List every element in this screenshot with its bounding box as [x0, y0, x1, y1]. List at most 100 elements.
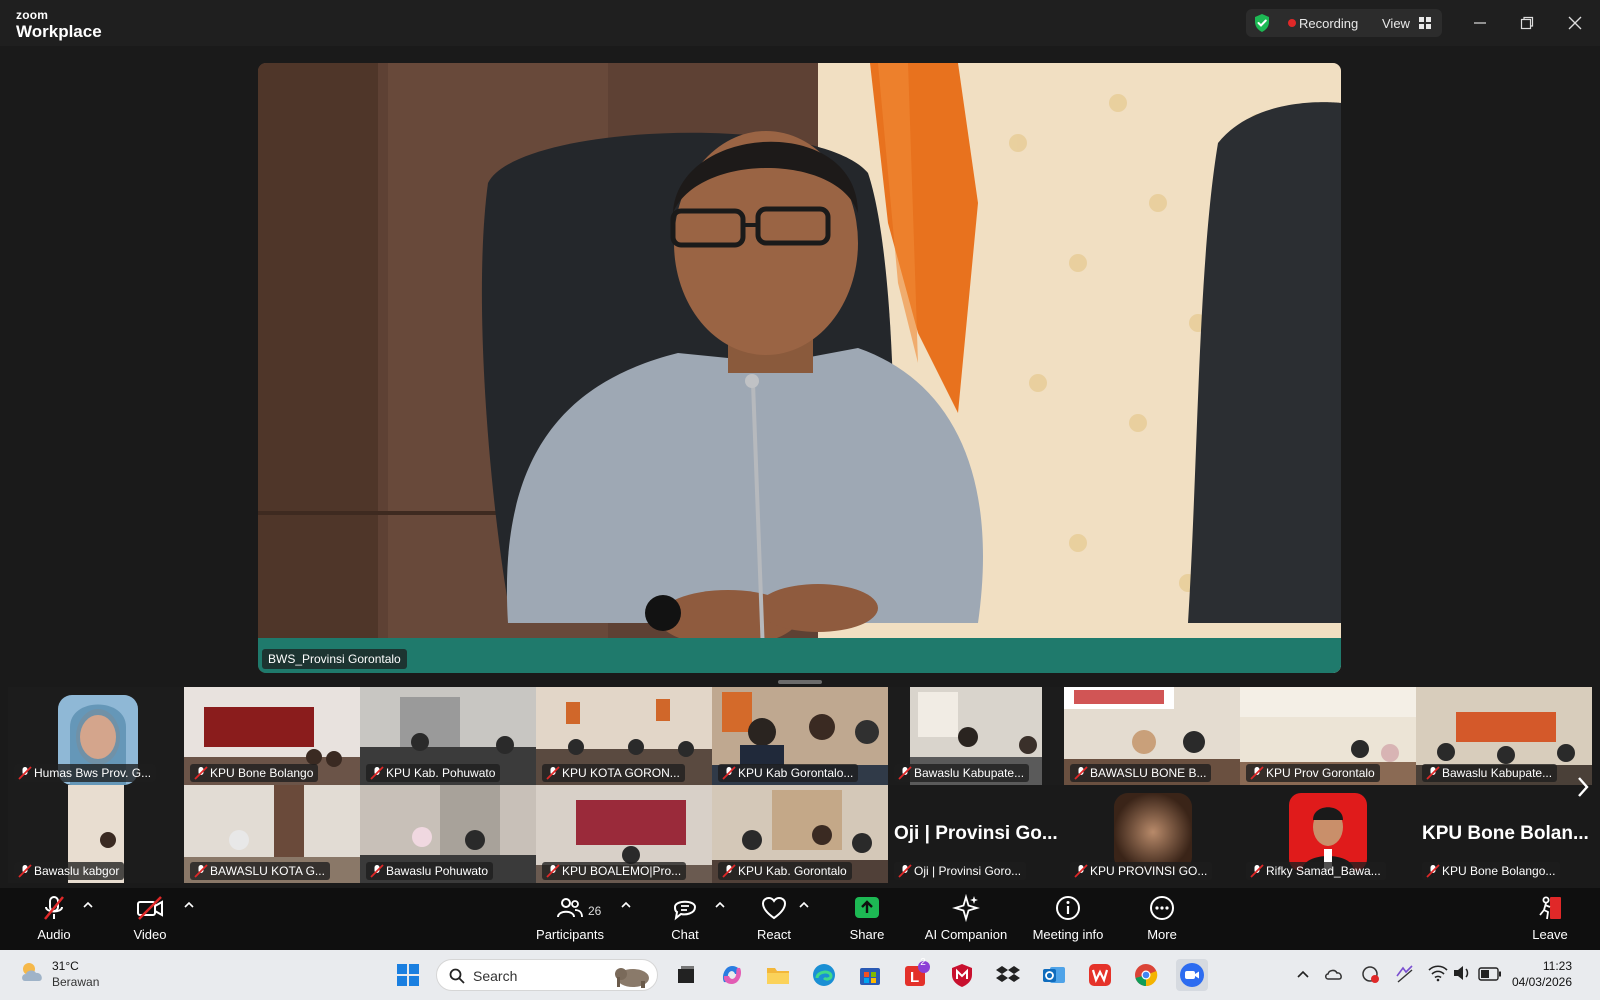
edge-browser-button[interactable]	[808, 959, 840, 991]
participant-tile[interactable]: KPU Prov Gorontalo	[1240, 687, 1416, 785]
zoom-app-button[interactable]	[1176, 959, 1208, 991]
l-app-button[interactable]: L 2	[900, 957, 932, 991]
participant-name: Bawaslu Kabupate...	[1422, 764, 1558, 782]
share-button[interactable]: Share	[842, 888, 892, 950]
participant-tile[interactable]: KPU KOTA GORON...	[536, 687, 712, 785]
weather-temperature: 31°C	[52, 959, 79, 973]
react-button[interactable]: React	[749, 888, 799, 950]
mic-muted-icon	[370, 766, 384, 780]
show-hidden-icons-chevron-icon[interactable]	[1296, 968, 1310, 980]
volume-icon[interactable]	[1452, 964, 1472, 982]
recording-label[interactable]: Recording	[1299, 16, 1358, 31]
encryption-shield-icon[interactable]	[1252, 13, 1272, 33]
chrome-icon	[1135, 964, 1158, 987]
mcafee-button[interactable]	[946, 959, 978, 991]
mic-muted-icon	[898, 864, 912, 878]
dropbox-icon	[996, 966, 1020, 982]
participant-name: KPU Kab. Gorontalo	[718, 862, 852, 880]
participant-tile[interactable]: Bawaslu Kabupate...	[1416, 687, 1592, 785]
chevron-right-icon	[1578, 777, 1589, 797]
participant-tile[interactable]: BAWASLU BONE B...	[1064, 687, 1240, 785]
participant-name: Humas Bws Prov. G...	[14, 764, 157, 782]
windows-taskbar: 31°C Berawan Search L 2 11:23 04/03/2026	[0, 950, 1600, 1000]
outlook-icon	[1043, 967, 1065, 983]
gallery-next-page-button[interactable]	[1572, 770, 1594, 804]
participant-tile[interactable]: BAWASLU KOTA G...	[184, 785, 360, 883]
chat-button[interactable]: Chat	[660, 888, 710, 950]
participants-button[interactable]: Participants	[530, 888, 610, 950]
leave-button[interactable]: Leave	[1526, 888, 1574, 950]
participant-tile[interactable]: Bawaslu Kabupate...	[888, 687, 1064, 785]
ai-companion-button[interactable]: AI Companion	[918, 888, 1014, 950]
participants-options-chevron-icon[interactable]	[620, 900, 632, 910]
react-label: React	[757, 927, 791, 942]
system-clock[interactable]: 11:23 04/03/2026	[1512, 958, 1572, 990]
leave-label: Leave	[1532, 927, 1568, 942]
file-explorer-button[interactable]	[762, 959, 794, 991]
heart-icon	[761, 896, 787, 920]
wps-office-button[interactable]	[1084, 959, 1116, 991]
leave-icon	[1539, 896, 1561, 920]
participant-tile[interactable]: Rifky Samad_Bawa...	[1240, 785, 1416, 883]
participant-tile[interactable]: Bawaslu kabgor	[8, 785, 184, 883]
zoom-app-icon	[1180, 963, 1204, 987]
grid-view-icon[interactable]	[1419, 17, 1431, 29]
participant-tile[interactable]: KPU Bone Bolan... KPU Bone Bolango...	[1416, 785, 1592, 883]
minimize-icon	[1474, 22, 1486, 24]
react-options-chevron-icon[interactable]	[798, 900, 810, 910]
recording-dot-icon	[1288, 19, 1296, 27]
chat-options-chevron-icon[interactable]	[714, 900, 726, 910]
active-speaker-video[interactable]: BWS_Provinsi Gorontalo	[258, 63, 1341, 673]
mcafee-shield-icon	[952, 964, 972, 987]
share-screen-icon	[855, 897, 879, 918]
participant-tile[interactable]: Humas Bws Prov. G...	[8, 687, 184, 785]
gallery-resize-handle[interactable]	[778, 680, 822, 684]
participant-name: KPU Bone Bolango	[190, 764, 319, 782]
more-button[interactable]: More	[1138, 888, 1186, 950]
view-button[interactable]: View	[1382, 16, 1410, 31]
participant-tile[interactable]: Oji | Provinsi Go... Oji | Provinsi Goro…	[888, 785, 1064, 883]
clock-time: 11:23	[1542, 959, 1572, 973]
participant-tile[interactable]: KPU Kab Gorontalo...	[712, 687, 888, 785]
meeting-info-button[interactable]: Meeting info	[1026, 888, 1110, 950]
store-icon	[860, 968, 880, 985]
weather-widget[interactable]: 31°C Berawan	[18, 959, 99, 992]
start-button[interactable]	[392, 959, 424, 991]
restore-button[interactable]	[1514, 10, 1540, 36]
participant-tile[interactable]: Bawaslu Pohuwato	[360, 785, 536, 883]
mic-muted-icon	[18, 864, 32, 878]
video-button[interactable]: Video	[126, 888, 174, 950]
microsoft-store-button[interactable]	[854, 959, 886, 991]
onedrive-cloud-icon[interactable]	[1324, 965, 1344, 981]
outlook-button[interactable]	[1038, 959, 1070, 991]
battery-icon[interactable]	[1478, 967, 1502, 981]
audio-button[interactable]: Audio	[30, 888, 78, 950]
minimize-button[interactable]	[1467, 10, 1493, 36]
dropbox-button[interactable]	[992, 959, 1024, 991]
wifi-icon[interactable]	[1428, 964, 1448, 982]
vpn-shield-icon[interactable]	[1360, 964, 1380, 984]
chrome-button[interactable]	[1130, 959, 1162, 991]
more-icon	[1150, 896, 1174, 920]
app-logo: zoom Workplace	[16, 9, 102, 40]
copilot-button[interactable]	[716, 959, 748, 991]
chat-label: Chat	[671, 927, 699, 942]
participant-tile[interactable]: KPU Kab. Pohuwato	[360, 687, 536, 785]
video-options-chevron-icon[interactable]	[183, 900, 195, 910]
taskbar-search-box[interactable]: Search	[436, 959, 658, 991]
participant-tile[interactable]: KPU Bone Bolango	[184, 687, 360, 785]
search-placeholder: Search	[473, 968, 518, 984]
participant-name: KPU PROVINSI GO...	[1070, 862, 1213, 880]
phone-link-icon[interactable]	[1394, 964, 1416, 984]
participant-tile[interactable]: KPU Kab. Gorontalo	[712, 785, 888, 883]
meeting-stage: BWS_Provinsi Gorontalo Humas Bws Prov. G…	[0, 46, 1600, 888]
sparkle-icon	[952, 894, 980, 922]
audio-options-chevron-icon[interactable]	[82, 900, 94, 910]
weather-condition: Berawan	[52, 975, 100, 989]
participant-tile[interactable]: KPU BOALEMO|Pro...	[536, 785, 712, 883]
mic-off-icon	[44, 896, 64, 920]
participant-tile[interactable]: KPU PROVINSI GO...	[1064, 785, 1240, 883]
participant-name: KPU KOTA GORON...	[542, 764, 685, 782]
task-view-button[interactable]	[670, 959, 702, 991]
close-button[interactable]	[1562, 10, 1588, 36]
